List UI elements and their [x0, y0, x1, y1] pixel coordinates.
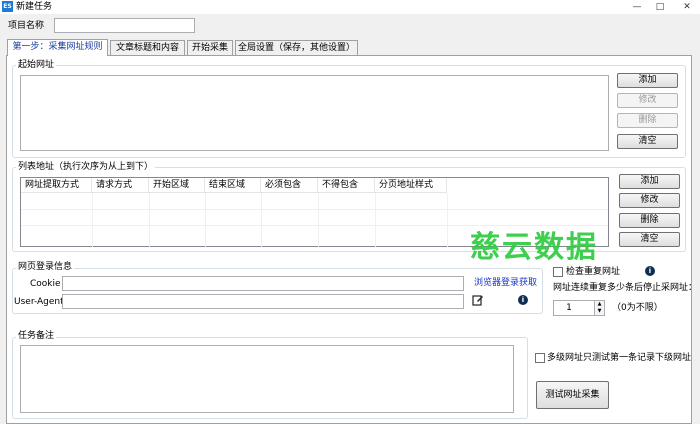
list-url-label: 列表地址（执行次序为从上到下） [16, 162, 156, 173]
column-header-must-contain[interactable]: 必须包含 [261, 178, 318, 193]
grid-line [318, 193, 319, 247]
tab-url-rules[interactable]: 第一步：采集网址规则 [7, 39, 108, 56]
grid-line [375, 193, 376, 247]
multi-level-checkbox[interactable] [535, 353, 545, 363]
column-header-page-style[interactable]: 分页地址样式 [375, 178, 447, 193]
user-agent-label: User-Agent [14, 297, 64, 307]
test-url-collect-button[interactable]: 测试网址采集 [536, 381, 609, 409]
column-header-request[interactable]: 请求方式 [92, 178, 149, 193]
notes-label: 任务备注 [16, 331, 57, 342]
stepper-down-icon[interactable]: ▼ [594, 308, 604, 315]
grid-line [205, 193, 206, 247]
start-url-add-button[interactable]: 添加 [617, 73, 678, 88]
grid-line [92, 193, 93, 247]
grid-line [261, 193, 262, 247]
stop-after-hint: （0为不限） [612, 303, 663, 313]
stepper-up-icon[interactable]: ▲ [594, 301, 604, 308]
stop-after-stepper[interactable]: 1 ▲ ▼ [553, 300, 605, 316]
column-header-must-not-contain[interactable]: 不得包含 [318, 178, 375, 193]
column-header-start-area[interactable]: 开始区域 [149, 178, 205, 193]
start-url-list[interactable] [20, 75, 609, 151]
list-url-delete-button[interactable]: 删除 [619, 213, 680, 228]
stop-after-value[interactable]: 1 [557, 301, 581, 315]
tab-title-content[interactable]: 文章标题和内容 [110, 40, 185, 55]
info-icon[interactable]: i [645, 266, 655, 276]
column-header-extract[interactable]: 网址提取方式 [21, 178, 92, 193]
title-bar: ES 新建任务 — □ ✕ [0, 0, 700, 14]
login-label: 网页登录信息 [16, 262, 75, 273]
project-name-input[interactable] [54, 18, 195, 33]
grid-line [447, 193, 448, 247]
list-url-edit-button[interactable]: 修改 [619, 193, 680, 208]
info-icon[interactable]: i [518, 295, 528, 305]
tab-start-collect[interactable]: 开始采集 [187, 40, 233, 55]
project-name-label: 项目名称 [8, 21, 45, 31]
edit-icon[interactable] [472, 294, 484, 306]
check-duplicate-label: 检查重复网址 [566, 267, 621, 277]
app-icon: ES [2, 1, 13, 12]
grid-line [149, 193, 150, 247]
cookie-label: Cookie [30, 279, 61, 289]
minimize-button[interactable]: — [628, 0, 646, 14]
multi-level-label: 多级网址只测试第一条记录下级网址 [547, 353, 692, 363]
start-url-delete-button[interactable]: 删除 [617, 113, 678, 128]
check-duplicate-checkbox[interactable] [553, 267, 563, 277]
list-url-add-button[interactable]: 添加 [619, 174, 680, 189]
start-url-edit-button[interactable]: 修改 [617, 93, 678, 108]
cookie-input[interactable] [62, 276, 464, 291]
column-header-end-area[interactable]: 结束区域 [205, 178, 261, 193]
start-url-clear-button[interactable]: 清空 [617, 134, 678, 149]
tab-global-settings[interactable]: 全局设置（保存，其他设置） [235, 40, 358, 55]
start-url-label: 起始网址 [16, 60, 57, 71]
notes-textarea[interactable] [20, 345, 514, 413]
window-title: 新建任务 [16, 2, 53, 12]
user-agent-input[interactable] [62, 294, 464, 309]
watermark-logo: 慈云数据 [470, 230, 598, 265]
list-url-clear-button[interactable]: 清空 [619, 232, 680, 247]
stop-after-label: 网址连续重复多少条后停止采网址： [553, 283, 698, 293]
maximize-button[interactable]: □ [651, 0, 669, 14]
browser-login-link[interactable]: 浏览器登录获取 [474, 277, 537, 289]
grid-line [21, 209, 608, 210]
close-button[interactable]: ✕ [678, 0, 696, 14]
